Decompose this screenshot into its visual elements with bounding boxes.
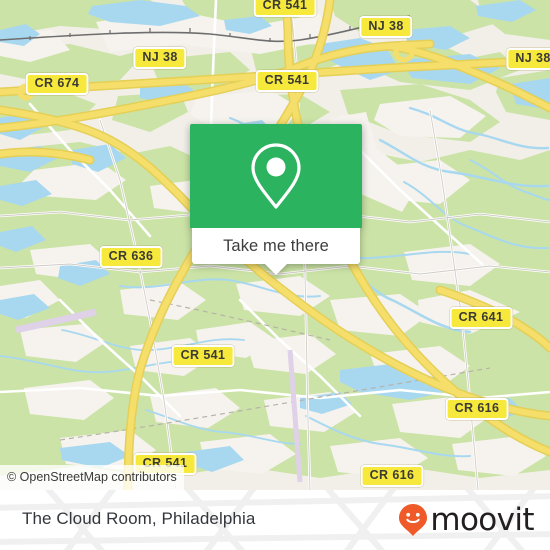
road-shield: CR 541	[253, 0, 317, 17]
bottom-info-bar: The Cloud Room, Philadelphia moovit	[0, 490, 550, 550]
road-shield: CR 616	[445, 398, 509, 420]
map-canvas[interactable]: CR 541 NJ 38 NJ 38 NJ 38 CR 541 CR 674 CR 636 C…	[0, 0, 550, 490]
road-shield: NJ 38	[133, 47, 187, 69]
road-shield: NJ 38	[359, 16, 413, 38]
popup-action-bar[interactable]: Take me there	[192, 228, 360, 275]
road-shield: CR 636	[99, 246, 163, 268]
road-shield: NJ 38	[506, 48, 550, 70]
map-screenshot: CR 541 NJ 38 NJ 38 NJ 38 CR 541 CR 674 CR 636 C…	[0, 0, 550, 550]
road-shield: CR 616	[360, 465, 424, 487]
place-name-label: The Cloud Room, Philadelphia	[22, 509, 256, 528]
moovit-smiley-pin-icon	[399, 504, 428, 536]
road-shield: CR 641	[449, 307, 513, 329]
map-pin-icon	[251, 143, 301, 209]
moovit-wordmark: moovit	[430, 501, 534, 538]
location-popup-card[interactable]: Take me there	[190, 124, 362, 275]
take-me-there-label: Take me there	[223, 236, 329, 255]
map-attribution[interactable]: © OpenStreetMap contributors	[0, 465, 184, 490]
road-shield: CR 541	[255, 70, 319, 92]
moovit-logo[interactable]: moovit	[398, 501, 535, 538]
popup-pointer	[265, 264, 287, 275]
road-shield: CR 541	[171, 345, 235, 367]
road-shield: CR 674	[25, 73, 89, 95]
popup-image-panel	[190, 124, 362, 228]
